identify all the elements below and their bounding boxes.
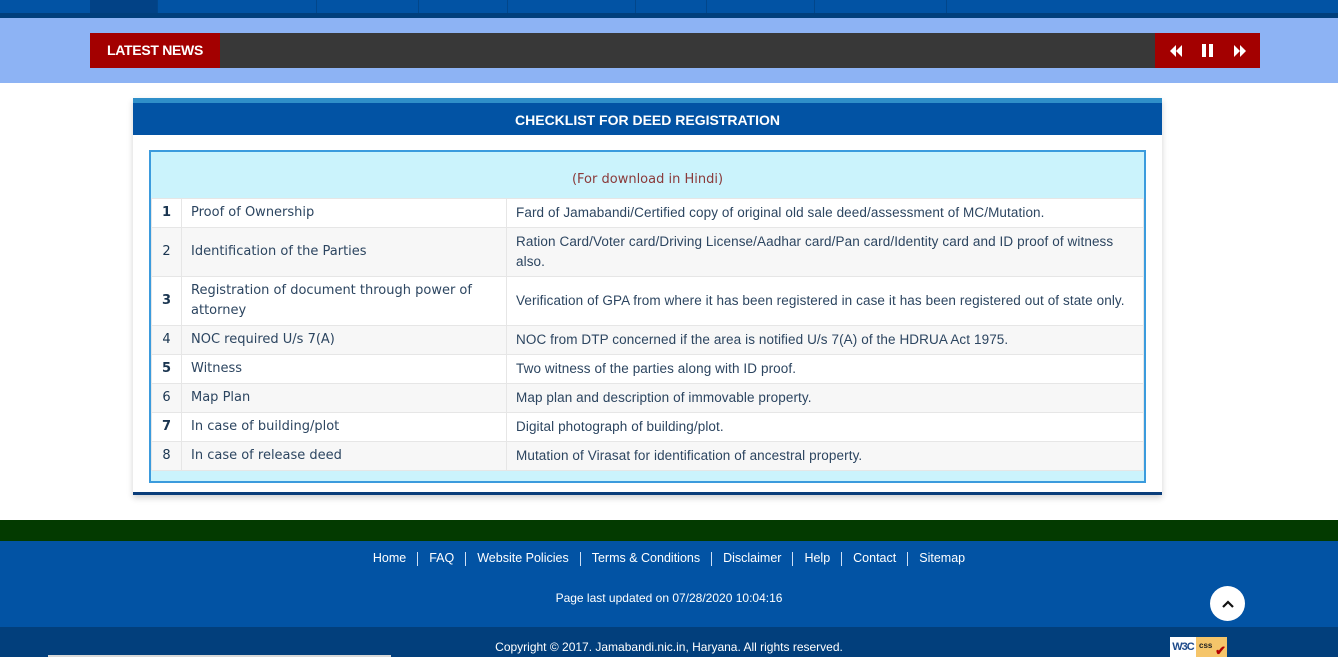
latest-news-label: LATEST NEWS — [90, 33, 220, 68]
row-number: 4 — [151, 325, 182, 355]
copyright-text: Copyright © 2017. Jamabandi.nic.in, Hary… — [495, 640, 843, 654]
checklist-table: 1 Proof of Ownership Fard of Jamabandi/Cer… — [151, 198, 1144, 471]
top-navigation — [0, 0, 1338, 18]
requirement-description: Verification of GPA from where it has be… — [506, 276, 1144, 326]
link-separator — [465, 551, 467, 566]
nav-tab[interactable] — [508, 0, 636, 13]
page-title: CHECKLIST FOR DEED REGISTRATION — [133, 103, 1162, 135]
requirement-name: Map Plan — [181, 383, 507, 413]
link-separator — [907, 551, 909, 566]
row-number: 6 — [151, 383, 182, 413]
checkmark-icon: ✔ — [1215, 643, 1226, 657]
footer-links: Home FAQ Website Policies Terms & Condition… — [0, 551, 1338, 566]
nav-tab[interactable] — [419, 0, 508, 13]
ticker-controls — [1155, 33, 1260, 68]
requirement-name: Witness — [181, 354, 507, 384]
row-number: 1 — [151, 198, 182, 228]
chevron-up-icon — [1221, 599, 1234, 608]
checklist-row: 7 In case of building/plot Digital photogr… — [151, 412, 1144, 442]
link-separator — [792, 551, 794, 566]
row-number: 7 — [151, 412, 182, 442]
checklist-row: 1 Proof of Ownership Fard of Jamabandi/Cer… — [151, 198, 1144, 228]
hindi-download-link[interactable]: (For download in Hindi) — [151, 152, 1144, 198]
requirement-description: NOC from DTP concerned if the area is no… — [506, 325, 1144, 355]
requirement-name: In case of release deed — [181, 441, 507, 471]
nav-tab[interactable] — [815, 0, 947, 13]
requirement-description: Digital photograph of building/plot. — [506, 412, 1144, 442]
requirement-name: In case of building/plot — [181, 412, 507, 442]
checklist-row: 6 Map Plan Map plan and description of imm… — [151, 383, 1144, 413]
checklist-row: 2 Identification of the Parties Ration Car… — [151, 227, 1144, 277]
checklist-row: 4 NOC required U/s 7(A) NOC from DTP conce… — [151, 325, 1144, 355]
requirement-description: Ration Card/Voter card/Driving License/A… — [506, 227, 1144, 277]
w3c-css-badge[interactable]: W3C css ✔ — [1170, 637, 1227, 657]
news-band: LATEST NEWS — [0, 18, 1338, 83]
footer-link-faq[interactable]: FAQ — [429, 551, 454, 565]
news-ticker: LATEST NEWS — [90, 33, 1260, 68]
footer-link-terms[interactable]: Terms & Conditions — [592, 551, 700, 565]
requirement-name: Registration of document through power o… — [181, 276, 507, 326]
link-separator — [711, 551, 713, 566]
requirement-description: Map plan and description of immovable pr… — [506, 383, 1144, 413]
nav-tab[interactable] — [636, 0, 707, 13]
requirement-description: Mutation of Virasat for identification o… — [506, 441, 1144, 471]
css-text: css — [1199, 641, 1213, 650]
nav-tab[interactable] — [947, 0, 1077, 13]
pause-icon[interactable] — [1199, 43, 1217, 59]
footer-link-website-policies[interactable]: Website Policies — [477, 551, 568, 565]
w3c-logo: W3C — [1170, 637, 1196, 657]
requirement-name: Identification of the Parties — [181, 227, 507, 277]
checklist-row: 5 Witness Two witness of the parties along… — [151, 354, 1144, 384]
checklist-row: 8 In case of release deed Mutation of Vira… — [151, 441, 1144, 471]
row-number: 8 — [151, 441, 182, 471]
requirement-name: Proof of Ownership — [181, 198, 507, 228]
back-to-top-button[interactable] — [1210, 586, 1245, 621]
nav-tab[interactable] — [707, 0, 815, 13]
last-updated-text: Page last updated on 07/28/2020 10:04:16 — [555, 591, 783, 605]
link-separator — [579, 551, 581, 566]
fast-forward-icon[interactable] — [1231, 43, 1249, 59]
footer-link-contact[interactable]: Contact — [853, 551, 896, 565]
footer-divider-strip — [0, 520, 1338, 541]
nav-tab-home[interactable] — [90, 0, 158, 13]
nav-tab[interactable] — [317, 0, 419, 13]
requirement-description: Fard of Jamabandi/Certified copy of orig… — [506, 198, 1144, 228]
footer-link-home[interactable]: Home — [373, 551, 406, 565]
rewind-icon[interactable] — [1167, 43, 1185, 59]
requirement-description: Two witness of the parties along with ID… — [506, 354, 1144, 384]
link-separator — [417, 551, 419, 566]
copyright-bar: Copyright © 2017. Jamabandi.nic.in, Hary… — [0, 627, 1338, 657]
row-number: 5 — [151, 354, 182, 384]
requirement-name: NOC required U/s 7(A) — [181, 325, 507, 355]
footer-link-help[interactable]: Help — [804, 551, 830, 565]
footer-link-sitemap[interactable]: Sitemap — [919, 551, 965, 565]
footer: Home FAQ Website Policies Terms & Condition… — [0, 541, 1338, 627]
nav-tab[interactable] — [158, 0, 317, 13]
link-separator — [841, 551, 843, 566]
css-label: css ✔ — [1196, 637, 1227, 657]
checklist-row: 3 Registration of document through power … — [151, 276, 1144, 326]
footer-link-disclaimer[interactable]: Disclaimer — [723, 551, 781, 565]
checklist-card: CHECKLIST FOR DEED REGISTRATION (For dow… — [133, 98, 1162, 495]
row-number: 3 — [151, 276, 182, 326]
checklist-table-box: (For download in Hindi) 1 Proof of Owners… — [149, 150, 1146, 483]
row-number: 2 — [151, 227, 182, 277]
